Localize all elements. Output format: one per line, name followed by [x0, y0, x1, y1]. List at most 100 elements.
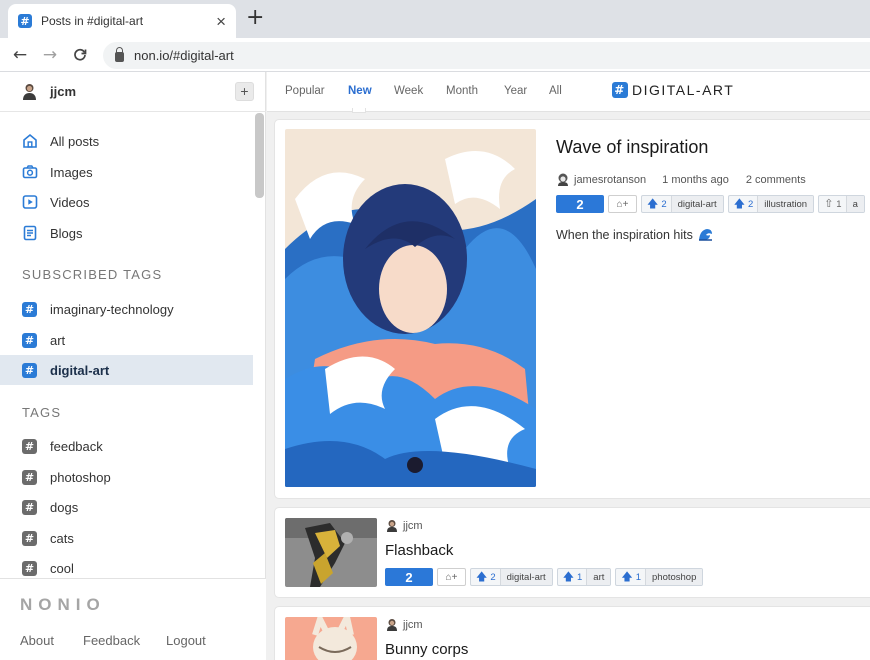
post-byline: jamesrotanson 1 months ago 2 comments [557, 173, 806, 186]
post-author[interactable]: jjcm [403, 619, 423, 631]
post-description-text: When the inspiration hits [556, 227, 693, 242]
sidebar-tag-cats[interactable]: # cats [0, 523, 253, 553]
sort-filter-bar: Popular New Week Month Year All # DIGITA… [267, 72, 870, 112]
post-author[interactable]: jjcm [403, 520, 423, 532]
tag-label: imaginary-technology [50, 301, 174, 317]
feedback-link[interactable]: Feedback [83, 633, 140, 648]
tag-vote-illustration[interactable]: 🡅 2 illustration [727, 195, 815, 213]
author-avatar[interactable] [386, 519, 398, 532]
sidebar-footer: NONIO About Feedback Logout [0, 578, 266, 660]
tag-label: photoshop [50, 469, 111, 485]
hash-favicon-icon: # [18, 14, 32, 28]
post-title[interactable]: Wave of inspiration [556, 137, 708, 158]
sidebar-tag-feedback[interactable]: # feedback [0, 431, 253, 461]
logout-link[interactable]: Logout [166, 633, 206, 648]
tag-vote-name: art [587, 569, 611, 585]
sidebar-tag-imaginary-technology[interactable]: # imaginary-technology [0, 294, 253, 324]
sidebar: jjcm + All posts Images Videos Blogs SUB… [0, 72, 266, 660]
play-icon [22, 195, 38, 209]
upvote-arrow-outline-icon: ⇧ [824, 197, 834, 210]
create-post-button[interactable]: + [235, 82, 254, 101]
wave-emoji-icon [698, 229, 712, 241]
filter-week[interactable]: Week [394, 85, 423, 97]
filter-year[interactable]: Year [504, 85, 527, 97]
tag-label: art [50, 332, 66, 348]
post-comments-link[interactable]: 2 comments [746, 174, 806, 186]
post-card[interactable]: Wave of inspiration jamesrotanson 1 mont… [274, 119, 870, 499]
browser-tab[interactable]: # Posts in #digital-art × [8, 4, 236, 38]
add-tag-button[interactable]: ⌂+ [608, 195, 637, 213]
tag-label: digital-art [50, 362, 110, 378]
address-bar[interactable]: non.io/#digital-art [103, 42, 870, 69]
tab-title: Posts in #digital-art [41, 14, 144, 28]
post-actions: 2 ⌂+ 🡅 2 digital-art 🡅 1 art 🡅 1 photoshop [385, 568, 704, 586]
username[interactable]: jjcm [50, 84, 76, 99]
tag-vote-photoshop[interactable]: 🡅 1 photoshop [615, 568, 704, 586]
post-card[interactable]: jjcm Bunny corps [274, 606, 870, 660]
sidebar-item-label: Images [50, 164, 93, 180]
post-image[interactable] [285, 129, 536, 487]
post-title[interactable]: Bunny corps [385, 641, 468, 658]
nonio-logo[interactable]: NONIO [20, 595, 106, 615]
user-row[interactable]: jjcm + [0, 72, 266, 112]
post-image[interactable] [285, 617, 377, 660]
tag-label: feedback [50, 438, 103, 454]
forward-arrow-icon[interactable]: → [38, 43, 62, 67]
hash-icon: # [22, 332, 37, 348]
reload-icon[interactable] [68, 43, 92, 67]
sidebar-tag-art[interactable]: # art [0, 325, 253, 355]
post-title[interactable]: Flashback [385, 542, 453, 559]
upvote-arrow-icon: 🡅 [647, 197, 659, 210]
tag-vote-digital-art[interactable]: 🡅 2 digital-art [470, 568, 553, 586]
channel-name: DIGITAL-ART [632, 82, 735, 98]
post-image[interactable] [285, 518, 377, 587]
sidebar-tag-digital-art[interactable]: # digital-art [0, 355, 253, 385]
author-avatar[interactable] [557, 173, 569, 186]
hash-icon: # [22, 362, 37, 378]
post-description: When the inspiration hits [556, 227, 713, 242]
sidebar-item-all-posts[interactable]: All posts [0, 126, 253, 156]
filter-all[interactable]: All [549, 85, 562, 97]
tags-heading: TAGS [22, 405, 62, 420]
tag-vote-name: a [846, 196, 864, 212]
tag-label: cool [50, 560, 74, 576]
browser-tab-strip: # Posts in #digital-art × + [0, 0, 870, 38]
user-avatar[interactable] [22, 83, 37, 100]
tag-vote-count: 1 [577, 571, 583, 583]
home-icon [23, 133, 37, 148]
close-tab-icon[interactable]: × [216, 13, 226, 30]
hash-icon: # [22, 469, 37, 485]
sidebar-tag-photoshop[interactable]: # photoshop [0, 462, 253, 492]
filter-month[interactable]: Month [446, 85, 478, 97]
new-tab-button[interactable]: + [246, 7, 264, 29]
hash-icon: # [22, 560, 37, 576]
camera-icon [22, 165, 38, 179]
post-author[interactable]: jamesrotanson [574, 174, 646, 186]
sidebar-item-blogs[interactable]: Blogs [0, 218, 253, 248]
active-filter-indicator [352, 108, 366, 113]
tag-vote-count: 2 [661, 198, 667, 210]
upvote-arrow-icon: 🡅 [562, 570, 574, 583]
tag-vote-art[interactable]: 🡅 1 art [556, 568, 612, 586]
sidebar-item-images[interactable]: Images [0, 157, 253, 187]
back-arrow-icon[interactable]: ← [8, 43, 32, 67]
author-avatar[interactable] [386, 618, 398, 631]
sidebar-item-label: Videos [50, 194, 90, 210]
url-text: non.io/#digital-art [134, 48, 234, 63]
hash-icon: # [22, 301, 37, 317]
add-tag-button[interactable]: ⌂+ [437, 568, 466, 586]
tag-vote-digital-art[interactable]: 🡅 2 digital-art [641, 195, 724, 213]
sidebar-scrollbar[interactable] [255, 113, 264, 198]
tag-vote-name: photoshop [646, 569, 703, 585]
tag-vote-a[interactable]: ⇧ 1 a [818, 195, 865, 213]
filter-new[interactable]: New [348, 85, 372, 97]
sidebar-tag-dogs[interactable]: # dogs [0, 492, 253, 522]
post-card[interactable]: jjcm Flashback 2 ⌂+ 🡅 2 digital-art 🡅 1 ar… [274, 507, 870, 598]
sidebar-item-videos[interactable]: Videos [0, 187, 253, 217]
filter-popular[interactable]: Popular [285, 85, 325, 97]
about-link[interactable]: About [20, 633, 54, 648]
post-score: 2 [385, 568, 433, 586]
hash-icon: # [612, 82, 628, 98]
browser-toolbar: ← → non.io/#digital-art [0, 38, 870, 72]
tag-vote-name: illustration [758, 196, 814, 212]
